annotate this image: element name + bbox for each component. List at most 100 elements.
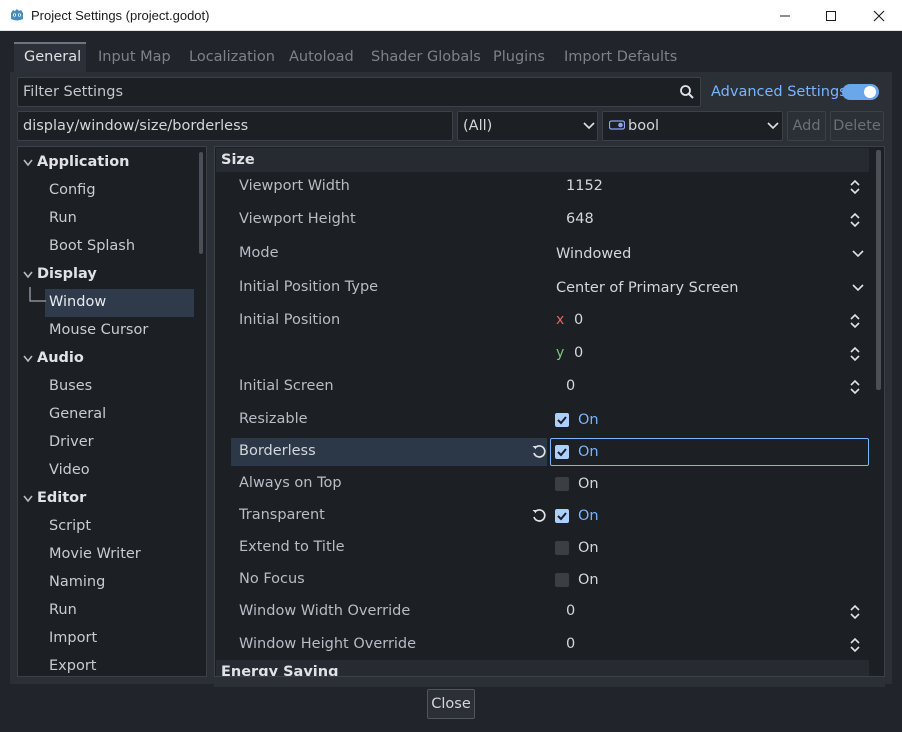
tree-scrollbar[interactable]	[199, 152, 203, 254]
tree-item-driver[interactable]: Driver	[49, 428, 94, 456]
viewport-height-input[interactable]: 648	[566, 203, 594, 235]
window-title: Project Settings (project.godot)	[31, 8, 210, 23]
tab-plugins[interactable]: Plugins	[493, 41, 545, 73]
initial-position-y-input[interactable]: 0	[574, 337, 583, 369]
close-button[interactable]: Close	[427, 689, 475, 719]
tree-category-display[interactable]: Display	[37, 260, 97, 288]
tab-import-defaults[interactable]: Import Defaults	[564, 41, 677, 73]
expand-caret-icon[interactable]	[23, 159, 33, 167]
initial-position-x-input[interactable]: 0	[574, 304, 583, 336]
extend-to-title-checkbox[interactable]	[555, 541, 569, 555]
chevron-down-icon[interactable]	[852, 250, 864, 258]
spinner-arrows-icon[interactable]	[849, 313, 861, 329]
y-axis-label: y	[556, 345, 565, 361]
expand-caret-icon[interactable]	[23, 271, 33, 279]
window-height-override-input[interactable]: 0	[566, 628, 575, 660]
tree-item-export[interactable]: Export	[49, 652, 96, 680]
window-width-override-input[interactable]: 0	[566, 595, 575, 627]
maximize-button[interactable]	[808, 0, 854, 31]
prop-label-initial-position-type: Initial Position Type	[239, 279, 379, 295]
spinner-arrows-icon[interactable]	[849, 179, 861, 195]
inspector-bottom-border	[214, 676, 885, 677]
tree-item-boot-splash[interactable]: Boot Splash	[49, 232, 135, 260]
tree-item-naming[interactable]: Naming	[49, 568, 105, 596]
close-window-button[interactable]	[856, 0, 902, 31]
transparent-value[interactable]: On	[578, 500, 599, 532]
tree-item-run[interactable]: Run	[49, 596, 77, 624]
revert-icon[interactable]	[531, 508, 547, 524]
tab-general[interactable]: General	[24, 41, 81, 73]
tree-item-config[interactable]: Config	[49, 176, 96, 204]
prop-label-mode: Mode	[239, 245, 279, 261]
section-title-size: Size	[221, 152, 255, 168]
tree-category-application[interactable]: Application	[37, 148, 130, 176]
viewport-width-input[interactable]: 1152	[566, 170, 603, 202]
initial-screen-input[interactable]: 0	[566, 370, 575, 402]
always-on-top-value[interactable]: On	[578, 468, 599, 500]
no-focus-checkbox[interactable]	[555, 573, 569, 587]
tree-category-audio[interactable]: Audio	[37, 344, 84, 372]
tree-item-script[interactable]: Script	[49, 512, 91, 540]
tab-bar: General Input Map Localization Autoload …	[0, 41, 902, 73]
expand-caret-icon[interactable]	[23, 495, 33, 503]
x-axis-label: x	[556, 312, 565, 328]
maximize-icon	[826, 10, 836, 21]
settings-tree	[17, 146, 207, 677]
chevron-down-icon	[583, 122, 595, 130]
prop-label-resizable: Resizable	[239, 411, 308, 427]
tree-item-mouse-cursor[interactable]: Mouse Cursor	[49, 316, 148, 344]
inspector-scrollbar[interactable]	[876, 150, 881, 390]
bool-type-icon	[609, 120, 625, 130]
category-select-value: (All)	[463, 118, 493, 134]
prop-label-viewport-height: Viewport Height	[239, 211, 356, 227]
tree-item-buses[interactable]: Buses	[49, 372, 92, 400]
spinner-arrows-icon[interactable]	[849, 637, 861, 653]
tab-autoload[interactable]: Autoload	[289, 41, 354, 73]
borderless-value[interactable]: On	[578, 436, 599, 468]
borderless-checkbox[interactable]	[555, 445, 569, 459]
advanced-settings-toggle[interactable]	[842, 84, 879, 100]
advanced-settings-label[interactable]: Advanced Settings	[711, 77, 847, 107]
tab-input-map[interactable]: Input Map	[98, 41, 171, 73]
property-path-value: display/window/size/borderless	[23, 118, 249, 134]
resizable-value[interactable]: On	[578, 404, 599, 436]
initial-position-type-select[interactable]: Center of Primary Screen	[556, 272, 739, 304]
tree-item-general[interactable]: General	[49, 400, 106, 428]
tab-localization[interactable]: Localization	[189, 41, 275, 73]
spinner-arrows-icon[interactable]	[849, 604, 861, 620]
no-focus-value[interactable]: On	[578, 564, 599, 596]
tree-category-editor[interactable]: Editor	[37, 484, 86, 512]
revert-icon[interactable]	[531, 444, 547, 460]
tab-shader-globals[interactable]: Shader Globals	[371, 41, 481, 73]
spinner-arrows-icon[interactable]	[849, 346, 861, 362]
spinner-arrows-icon[interactable]	[849, 379, 861, 395]
always-on-top-checkbox[interactable]	[555, 477, 569, 491]
tree-item-movie-writer[interactable]: Movie Writer	[49, 540, 141, 568]
resizable-checkbox[interactable]	[555, 413, 569, 427]
close-icon	[873, 10, 885, 21]
tree-item-video[interactable]: Video	[49, 456, 90, 484]
prop-label-initial-screen: Initial Screen	[239, 378, 334, 394]
tree-item-window[interactable]: Window	[49, 288, 106, 316]
prop-label-transparent: Transparent	[239, 507, 325, 523]
delete-button[interactable]: Delete	[830, 111, 884, 141]
add-button[interactable]: Add	[787, 111, 826, 141]
mode-select[interactable]: Windowed	[556, 238, 631, 270]
chevron-down-icon[interactable]	[852, 284, 864, 292]
tree-connector-line	[29, 287, 46, 302]
expand-caret-icon[interactable]	[23, 355, 33, 363]
extend-to-title-value[interactable]: On	[578, 532, 599, 564]
prop-label-no-focus: No Focus	[239, 571, 305, 587]
tree-item-import[interactable]: Import	[49, 624, 97, 652]
prop-label-extend-to-title: Extend to Title	[239, 539, 345, 555]
section-header-size[interactable]	[216, 148, 869, 172]
chevron-down-icon	[767, 122, 779, 130]
minimize-button[interactable]	[762, 0, 808, 31]
prop-label-window-height-override: Window Height Override	[239, 636, 417, 652]
prop-label-always-on-top: Always on Top	[239, 475, 342, 491]
transparent-checkbox[interactable]	[555, 509, 569, 523]
spinner-arrows-icon[interactable]	[849, 212, 861, 228]
tree-item-run[interactable]: Run	[49, 204, 77, 232]
prop-label-borderless: Borderless	[239, 443, 316, 459]
type-select-value: bool	[628, 118, 659, 134]
